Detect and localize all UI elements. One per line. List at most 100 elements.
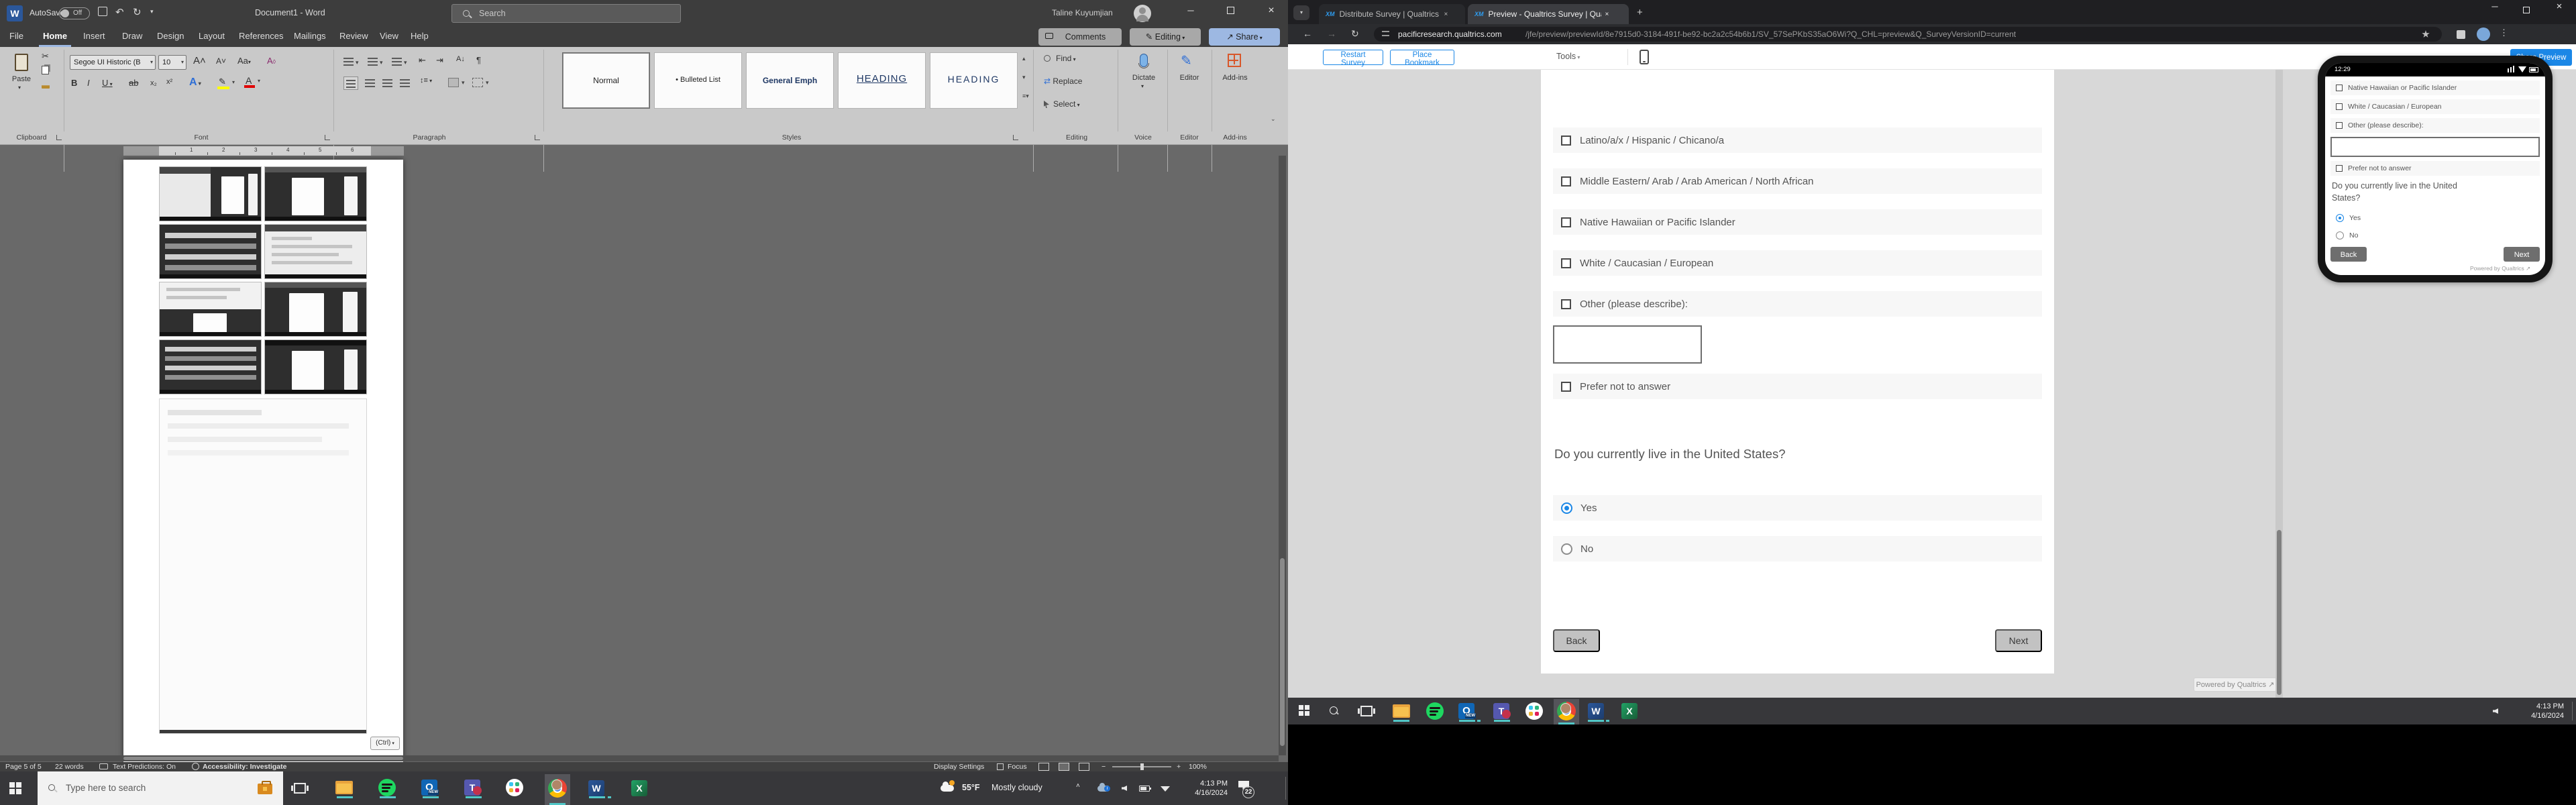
minimize-button[interactable]: ─ (2479, 0, 2510, 17)
show-desktop-button[interactable] (1285, 777, 1286, 800)
radio-selected[interactable] (2336, 214, 2344, 222)
tray-chevron-icon[interactable]: ˄ (1076, 782, 1080, 790)
comments-button[interactable]: Comments (1038, 28, 1122, 46)
radio-row-no[interactable]: No (2330, 228, 2540, 243)
browser-tab-preview[interactable]: XM Preview - Qualtrics Survey | Qua × (1468, 4, 1629, 24)
styles-scroll-up-icon[interactable]: ▴ (1022, 55, 1026, 62)
extensions-icon[interactable] (2457, 30, 2465, 39)
browser-tab-distribute[interactable]: XM Distribute Survey | Qualtrics Exp × (1319, 4, 1465, 24)
taskbar-excel-icon[interactable]: X (1619, 702, 1640, 722)
next-button[interactable]: Next (2504, 247, 2540, 262)
taskbar-word-icon[interactable]: W (586, 778, 611, 798)
place-bookmark-button[interactable]: Place Bookmark (1390, 50, 1454, 67)
choice-row[interactable]: White / Caucasian / European (2330, 99, 2540, 114)
back-button[interactable]: Back (2330, 247, 2367, 262)
radio-selected[interactable] (1561, 502, 1572, 514)
print-layout-icon[interactable] (1059, 763, 1069, 771)
word-search-input[interactable]: Search (451, 4, 681, 23)
pasted-screenshot-large[interactable] (159, 398, 367, 734)
tab-help[interactable]: Help (407, 27, 433, 47)
word-count[interactable]: 22 words (55, 763, 84, 771)
maximize-button[interactable] (1216, 0, 1246, 21)
checkbox[interactable] (1561, 176, 1571, 186)
tab-mailings[interactable]: Mailings (290, 27, 330, 47)
checkbox[interactable] (2336, 103, 2343, 110)
subscript-button[interactable]: x₂ (150, 79, 157, 87)
choice-row[interactable]: Native Hawaiian or Pacific Islander (1553, 209, 2042, 235)
start-button[interactable] (1299, 705, 1309, 716)
taskbar-chrome-icon[interactable] (1554, 699, 1579, 724)
checkbox[interactable] (1561, 258, 1571, 268)
font-name-select[interactable]: Segoe UI Historic (B ▾ (70, 55, 156, 70)
collapse-ribbon-icon[interactable]: ⌄ (1271, 115, 1276, 123)
taskbar-word-icon[interactable]: W (1586, 702, 1609, 722)
undo-icon[interactable]: ↶ (115, 6, 124, 18)
styles-dialog-launcher-icon[interactable] (1013, 135, 1018, 140)
italic-button[interactable]: I (87, 78, 90, 88)
bookmark-star-icon[interactable] (2422, 30, 2430, 38)
multilevel-list-button[interactable] (392, 58, 402, 66)
taskbar-chrome-icon[interactable] (545, 774, 570, 805)
pasted-screenshot[interactable] (159, 224, 262, 279)
restart-survey-button[interactable]: Restart Survey (1323, 50, 1383, 67)
new-tab-button[interactable]: + (1637, 7, 1643, 18)
pasted-screenshot[interactable] (264, 224, 367, 279)
shading-icon[interactable] (448, 78, 459, 87)
tab-review[interactable]: Review (335, 27, 372, 47)
format-painter-icon[interactable] (42, 85, 50, 89)
zoom-level[interactable]: 100% (1189, 763, 1207, 771)
document-page[interactable]: (Ctrl) ▾ (123, 160, 403, 762)
taskbar-clock[interactable]: 4:13 PM 4/16/2024 (1178, 779, 1228, 798)
bold-button[interactable]: B (71, 78, 77, 88)
style-general-emph[interactable]: General Emph (746, 52, 834, 109)
pasted-screenshot[interactable] (159, 166, 262, 221)
font-size-select[interactable]: 10 ▾ (158, 55, 186, 70)
share-button[interactable]: ↗ Share ▾ (1209, 28, 1280, 46)
taskbar-slack-icon[interactable] (504, 778, 525, 798)
taskbar-spotify-icon[interactable] (1425, 702, 1445, 722)
choice-row[interactable]: Middle Eastern/ Arab / Arab American / N… (1553, 168, 2042, 194)
other-text-input[interactable] (2330, 137, 2540, 157)
other-text-input[interactable] (1553, 325, 1702, 364)
align-right-button[interactable] (382, 79, 392, 87)
radio-row-no[interactable]: No (1553, 536, 2042, 561)
close-button[interactable]: × (1256, 0, 1287, 21)
back-icon[interactable]: ← (1303, 28, 1312, 39)
tab-file[interactable]: File (5, 27, 28, 47)
refresh-icon[interactable]: ↻ (1351, 28, 1359, 40)
cut-icon[interactable]: ✂ (42, 51, 49, 62)
vertical-scrollbar[interactable] (1279, 156, 1286, 755)
pilcrow-icon[interactable]: ¶ (476, 55, 481, 65)
show-desktop-button[interactable] (2572, 702, 2573, 720)
tab-close-icon[interactable]: × (1605, 11, 1609, 18)
taskbar-outlook-icon[interactable]: O NEW (1457, 702, 1481, 722)
focus-mode[interactable]: Focus (1008, 763, 1027, 771)
avatar[interactable] (1134, 5, 1151, 22)
style-heading-2[interactable]: HEADING (930, 52, 1018, 109)
checkbox[interactable] (1561, 381, 1571, 392)
start-button[interactable] (9, 782, 21, 794)
taskbar-clock[interactable]: 4:13 PM 4/16/2024 (2513, 702, 2564, 720)
borders-icon[interactable] (472, 78, 483, 87)
account-name[interactable]: Taline Kuyumjian (1052, 8, 1113, 17)
decrease-indent-icon[interactable]: ⇤ (419, 55, 426, 66)
profile-avatar[interactable] (2477, 28, 2490, 41)
checkbox[interactable] (1561, 135, 1571, 146)
battery-icon[interactable] (1139, 786, 1151, 792)
zoom-out-button[interactable]: − (1102, 763, 1106, 771)
align-left-button[interactable] (343, 76, 358, 90)
task-view-icon[interactable] (291, 783, 309, 794)
autosave-toggle[interactable]: Off (59, 7, 90, 19)
minimize-button[interactable]: ─ (1175, 0, 1206, 21)
radio-unselected[interactable] (1561, 543, 1572, 555)
strikethrough-button[interactable]: ab (129, 78, 138, 88)
choice-row[interactable]: Native Hawaiian or Pacific Islander (2330, 80, 2540, 95)
bullets-button[interactable] (343, 58, 354, 66)
close-button[interactable]: × (2544, 0, 2575, 17)
styles-expand-icon[interactable]: ≡▾ (1022, 93, 1029, 100)
taskbar-teams-icon[interactable]: T (1492, 702, 1512, 722)
pasted-screenshot[interactable] (264, 339, 367, 394)
horizontal-scrollbar[interactable] (0, 755, 1279, 761)
notification-count[interactable]: 22 (1242, 786, 1254, 798)
preview-pane-scrollbar[interactable] (2275, 70, 2283, 698)
